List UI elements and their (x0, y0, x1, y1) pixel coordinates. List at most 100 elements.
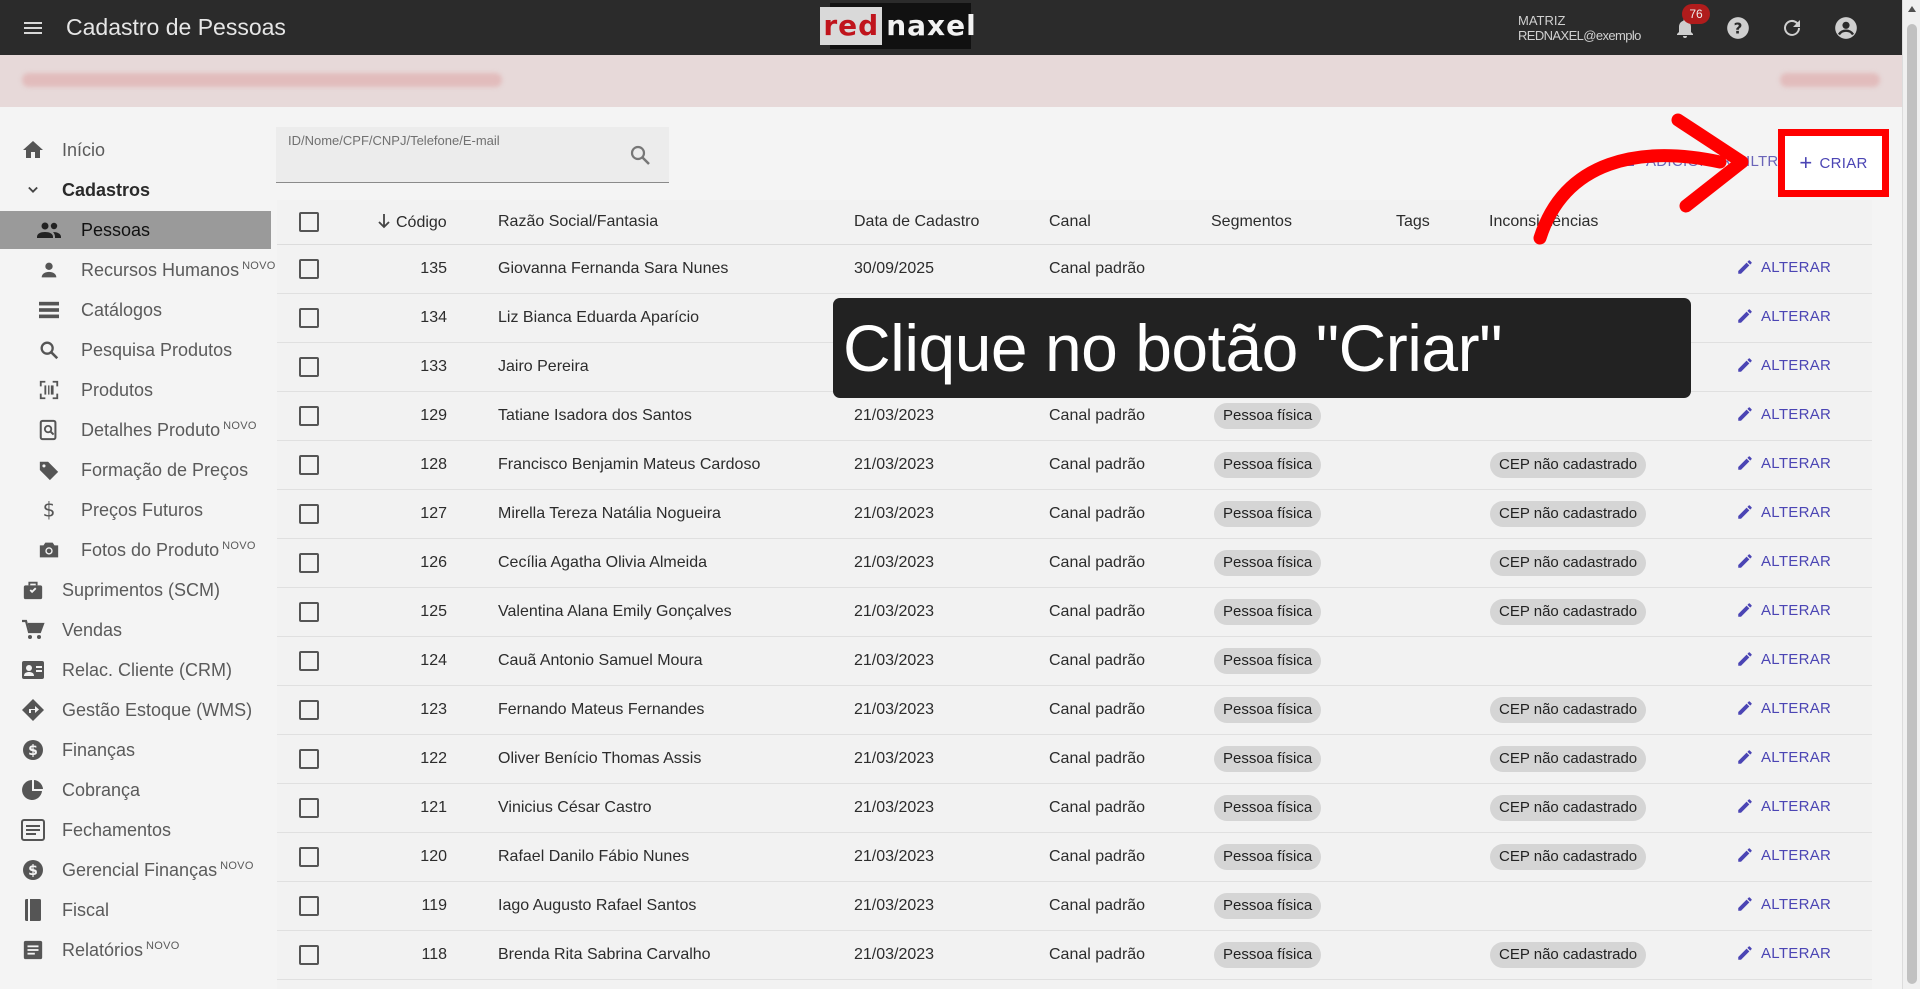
edit-button[interactable]: ALTERAR (1736, 258, 1831, 276)
edit-button[interactable]: ALTERAR (1736, 405, 1831, 423)
table-row[interactable]: 121 Vinicius César Castro 21/03/2023 Canal … (277, 784, 1872, 833)
edit-button[interactable]: ALTERAR (1736, 552, 1831, 570)
sidebar-item-recursos-humanos[interactable]: Recursos Humanos NOVO (0, 251, 275, 289)
sidebar-item-wms[interactable]: Gestão Estoque (WMS) (0, 691, 271, 729)
edit-button[interactable]: ALTERAR (1736, 356, 1831, 374)
sidebar-item-vendas[interactable]: Vendas (0, 611, 271, 649)
row-checkbox[interactable] (299, 553, 319, 573)
cell-code: 120 (420, 848, 447, 865)
book-icon (20, 897, 46, 923)
alert-banner (0, 55, 1902, 107)
table-row[interactable]: 128 Francisco Benjamin Mateus Cardoso 21/0… (277, 441, 1872, 490)
sidebar-item-label: Detalhes Produto NOVO (81, 419, 257, 440)
account-button[interactable] (1829, 11, 1863, 45)
table-row[interactable]: 118 Brenda Rita Sabrina Carvalho 21/03/202… (277, 931, 1872, 980)
sidebar-item-cobranca[interactable]: Cobrança (0, 771, 271, 809)
table-row[interactable]: 123 Fernando Mateus Fernandes 21/03/2023 Ca… (277, 686, 1872, 735)
row-checkbox[interactable] (299, 700, 319, 720)
column-header-razao-social[interactable]: Razão Social/Fantasia (498, 213, 658, 231)
cell-date: 21/03/2023 (854, 750, 935, 767)
search-field[interactable] (276, 127, 669, 183)
row-checkbox[interactable] (299, 798, 319, 818)
edit-button[interactable]: ALTERAR (1736, 944, 1831, 962)
create-button[interactable]: + CRIAR (1789, 140, 1878, 186)
sidebar-item-produtos[interactable]: Produtos (0, 371, 271, 409)
row-checkbox[interactable] (299, 406, 319, 426)
search-input[interactable] (288, 133, 618, 148)
row-checkbox[interactable] (299, 504, 319, 524)
table-row[interactable]: 129 Tatiane Isadora dos Santos 21/03/2023 C… (277, 392, 1872, 441)
column-header-data-cadastro[interactable]: Data de Cadastro (854, 213, 979, 231)
edit-button[interactable]: ALTERAR (1736, 895, 1831, 913)
sidebar-item-pesquisa-produtos[interactable]: Pesquisa Produtos (0, 331, 271, 369)
row-checkbox[interactable] (299, 651, 319, 671)
edit-button[interactable]: ALTERAR (1736, 797, 1831, 815)
logo-part-red: red (820, 7, 883, 45)
row-checkbox[interactable] (299, 896, 319, 916)
cell-channel: Canal padrão (1049, 701, 1146, 718)
row-checkbox[interactable] (299, 847, 319, 867)
row-checkbox[interactable] (299, 357, 319, 377)
edit-button[interactable]: ALTERAR (1736, 601, 1831, 619)
search-icon[interactable] (628, 143, 652, 172)
sidebar-item-financas[interactable]: $ Finanças (0, 731, 271, 769)
table-row[interactable]: 119 Iago Augusto Rafael Santos 21/03/2023 C… (277, 882, 1872, 931)
cell-name: Iago Augusto Rafael Santos (498, 897, 697, 914)
sidebar-item-pessoas[interactable]: Pessoas (0, 211, 271, 249)
sidebar-item-suprimentos[interactable]: Suprimentos (SCM) (0, 571, 271, 609)
sidebar-item-catalogos[interactable]: Catálogos (0, 291, 271, 329)
edit-button[interactable]: ALTERAR (1736, 454, 1831, 472)
scrollbar-thumb[interactable] (1907, 24, 1917, 984)
table-row[interactable]: 124 Cauã Antonio Samuel Moura 21/03/2023 Ca… (277, 637, 1872, 686)
column-header-codigo[interactable]: Código (377, 213, 447, 232)
edit-button[interactable]: ALTERAR (1736, 846, 1831, 864)
svg-text:?: ? (1734, 19, 1743, 37)
row-checkbox[interactable] (299, 308, 319, 328)
scroll-up-arrow-icon[interactable] (1908, 6, 1916, 12)
sidebar-item-inicio[interactable]: Início (0, 131, 271, 169)
table-row[interactable]: 127 Mirella Tereza Natália Nogueira 21/03/… (277, 490, 1872, 539)
table-row[interactable]: 135 Giovanna Fernanda Sara Nunes 30/09/202… (277, 245, 1872, 294)
edit-button[interactable]: ALTERAR (1736, 699, 1831, 717)
edit-button[interactable]: ALTERAR (1736, 307, 1831, 325)
inconsistency-chip: CEP não cadastrado (1490, 697, 1647, 723)
sidebar-item-formacao-precos[interactable]: Formação de Preços (0, 451, 271, 489)
segment-chip: Pessoa física (1214, 501, 1322, 527)
sidebar-item-relatorios[interactable]: Relatórios NOVO (0, 931, 271, 969)
select-all-checkbox[interactable] (299, 212, 319, 232)
sidebar-item-detalhes-produto[interactable]: Detalhes Produto NOVO (0, 411, 271, 449)
edit-button[interactable]: ALTERAR (1736, 748, 1831, 766)
cell-channel: Canal padrão (1049, 799, 1146, 816)
page-scrollbar[interactable] (1902, 0, 1920, 989)
column-header-tags[interactable]: Tags (1396, 213, 1430, 231)
row-checkbox[interactable] (299, 602, 319, 622)
row-checkbox[interactable] (299, 749, 319, 769)
table-row[interactable]: 125 Valentina Alana Emily Gonçalves 21/03/… (277, 588, 1872, 637)
row-checkbox[interactable] (299, 945, 319, 965)
help-button[interactable]: ? (1721, 11, 1755, 45)
sidebar-item-label: Pessoas (81, 219, 151, 240)
notifications-badge: 76 (1682, 4, 1710, 24)
column-header-segmentos[interactable]: Segmentos (1211, 213, 1292, 231)
edit-button[interactable]: ALTERAR (1736, 503, 1831, 521)
sidebar-item-fotos-produto[interactable]: Fotos do Produto NOVO (0, 531, 271, 569)
create-button-label: CRIAR (1819, 154, 1868, 172)
row-checkbox[interactable] (299, 259, 319, 279)
sidebar-group-cadastros[interactable]: Cadastros (0, 171, 271, 209)
cell-name: Oliver Benício Thomas Assis (498, 750, 702, 767)
sidebar-item-crm[interactable]: Relac. Cliente (CRM) (0, 651, 271, 689)
refresh-button[interactable] (1775, 11, 1809, 45)
table-row[interactable]: 122 Oliver Benício Thomas Assis 21/03/2023… (277, 735, 1872, 784)
sidebar-item-fechamentos[interactable]: Fechamentos (0, 811, 271, 849)
edit-button[interactable]: ALTERAR (1736, 650, 1831, 668)
column-header-canal[interactable]: Canal (1049, 213, 1091, 231)
table-row[interactable]: 126 Cecília Agatha Olivia Almeida 21/03/20… (277, 539, 1872, 588)
sidebar-item-precos-futuros[interactable]: $ Preços Futuros (0, 491, 271, 529)
row-checkbox[interactable] (299, 455, 319, 475)
sidebar-item-fiscal[interactable]: Fiscal (0, 891, 271, 929)
table-row[interactable]: 120 Rafael Danilo Fábio Nunes 21/03/2023 Ca… (277, 833, 1872, 882)
cell-channel: Canal padrão (1049, 603, 1146, 620)
menu-button[interactable] (10, 5, 56, 51)
sidebar-item-label: Fotos do Produto NOVO (81, 539, 256, 560)
sidebar-item-gerencial-financas[interactable]: $ Gerencial Finanças NOVO (0, 851, 271, 889)
